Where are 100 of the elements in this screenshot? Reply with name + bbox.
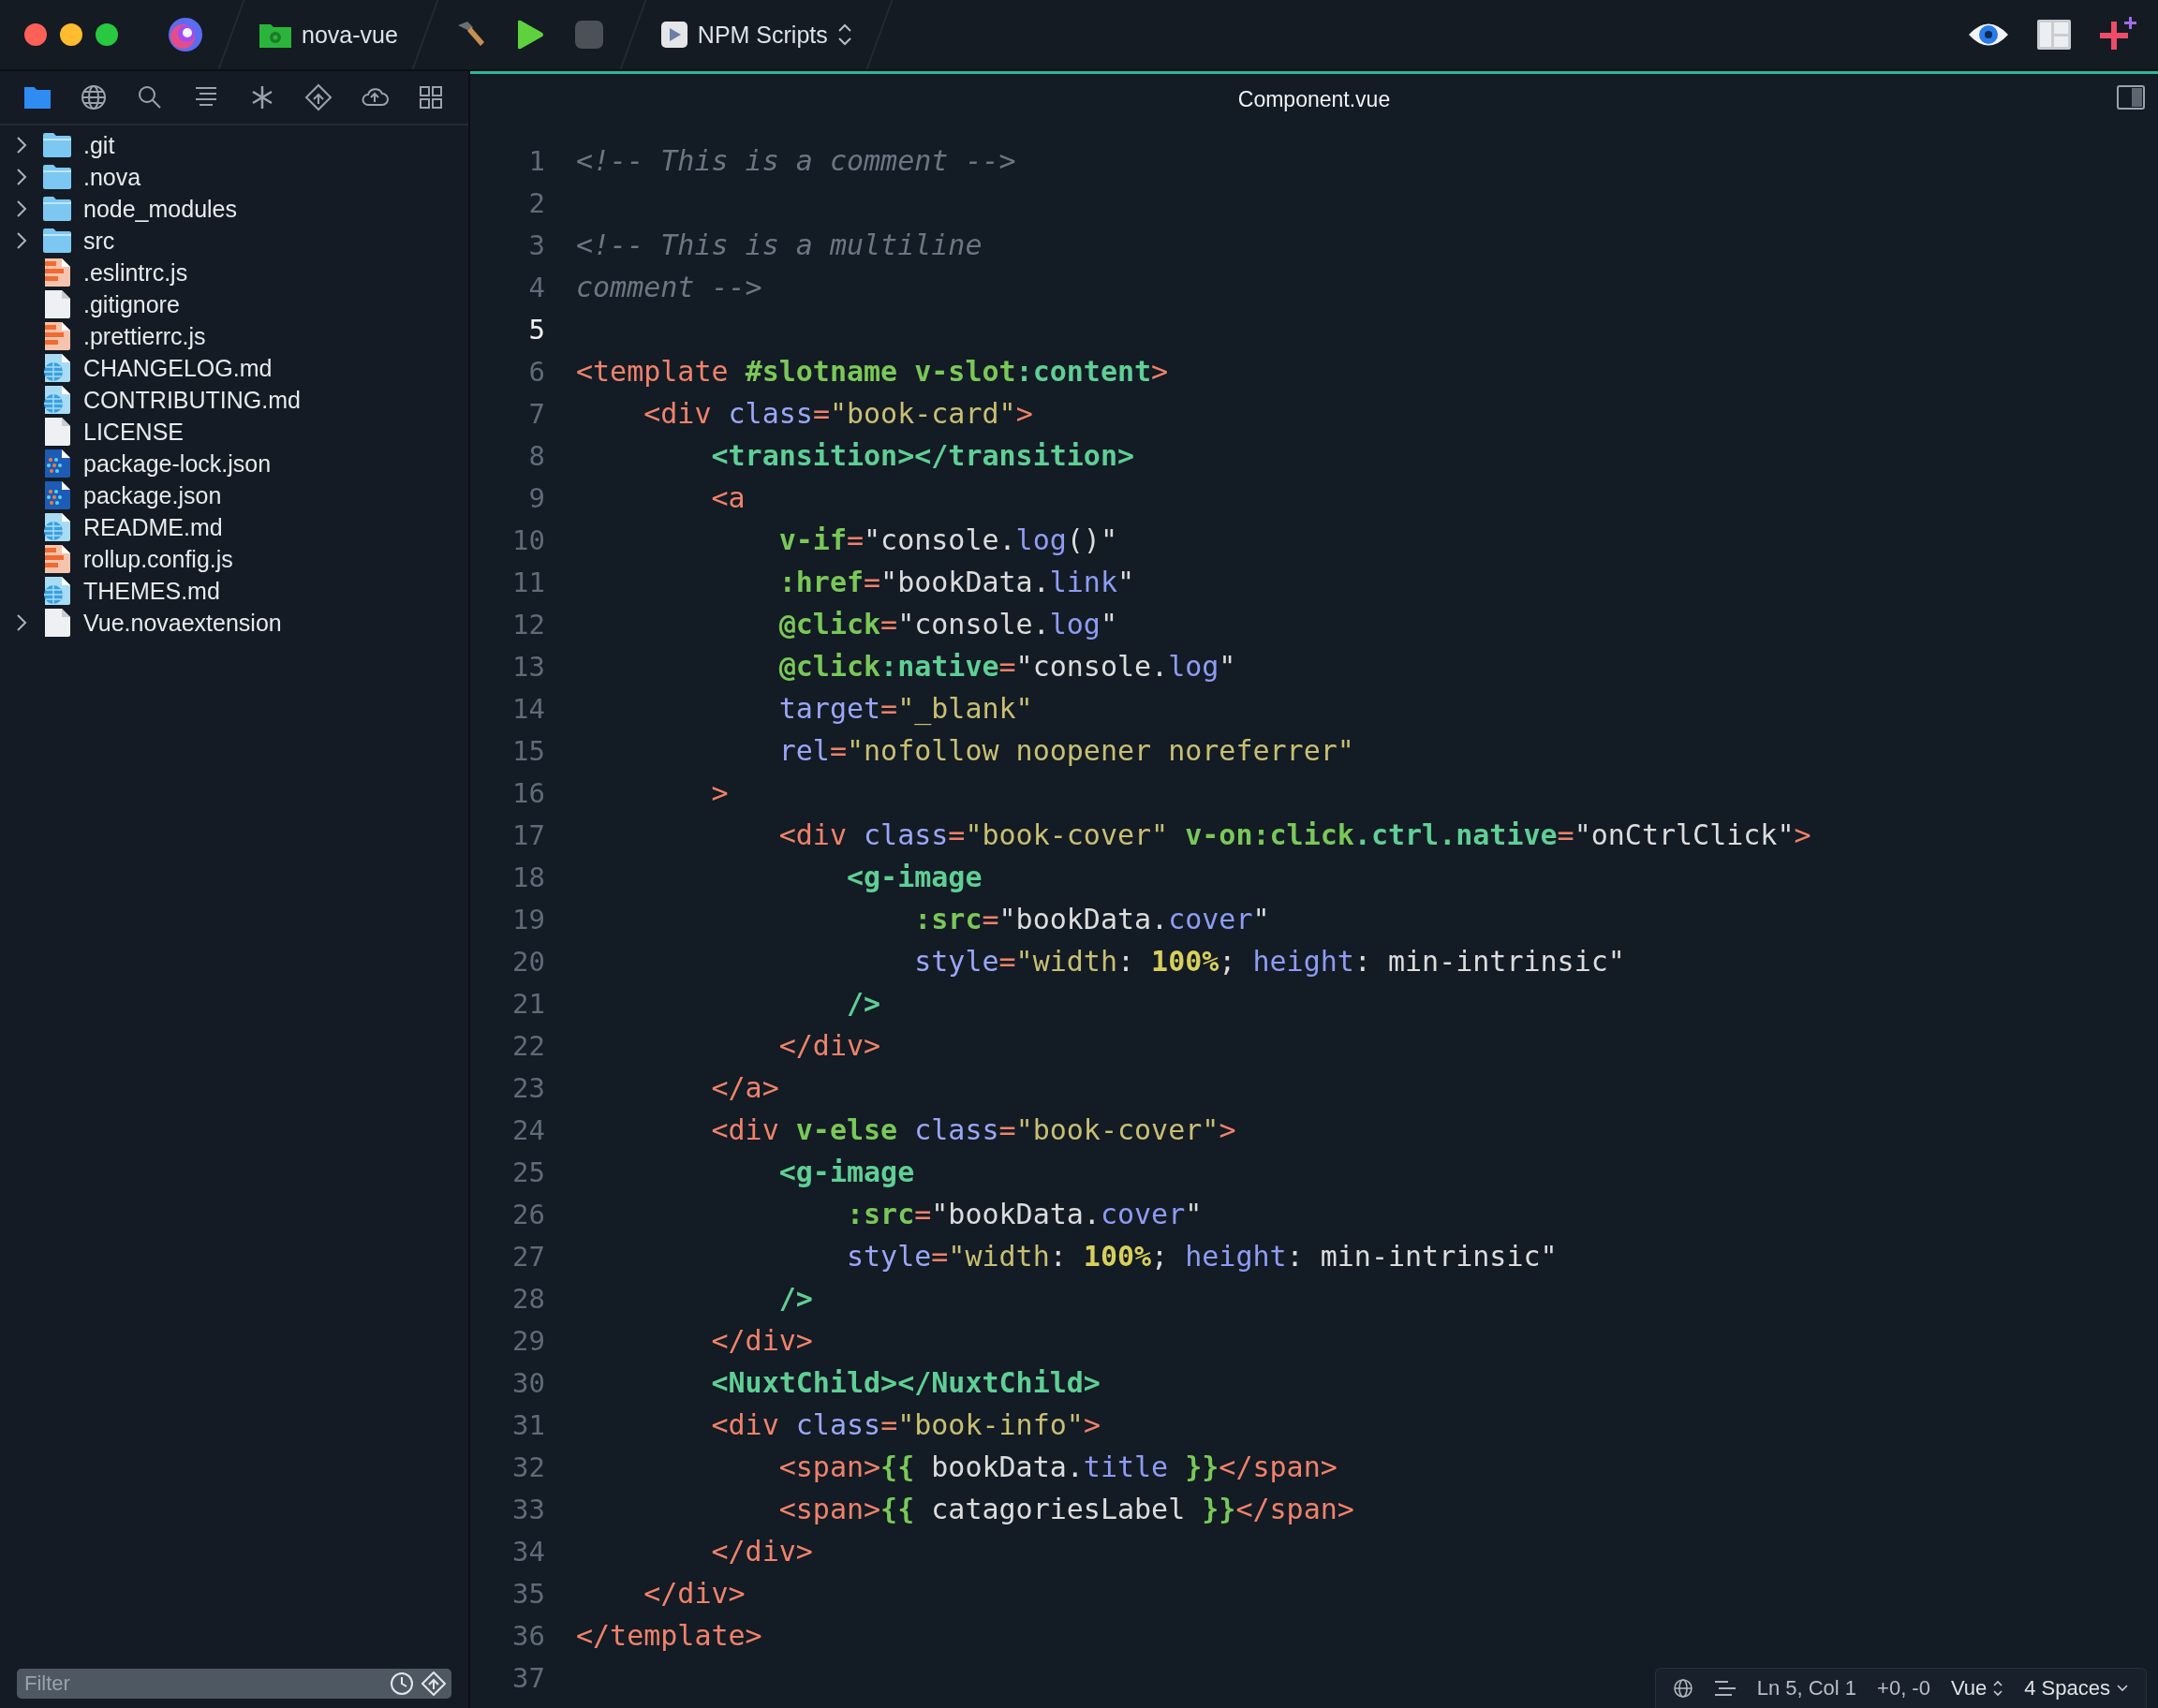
project-button[interactable]: nova-vue xyxy=(259,21,398,49)
code-line: target="_blank" xyxy=(777,692,1033,725)
line-number: 24 xyxy=(511,1113,546,1146)
code-line: style="width: 100%; height: min-intrinsic" xyxy=(846,1240,1558,1273)
code-line: </div> xyxy=(710,1324,813,1357)
zoom-window-button[interactable] xyxy=(96,23,118,46)
code-line: <g-image xyxy=(777,1156,915,1188)
code-line: <div class="book-cover" v-on:click.ctrl.native="onCtrlClick"> xyxy=(777,818,1811,851)
brick-file-icon xyxy=(42,544,72,574)
chevron-right-icon[interactable] xyxy=(15,168,27,186)
task-selector[interactable]: NPM Scripts xyxy=(659,21,852,49)
code-line: /> xyxy=(846,987,881,1020)
code-line: > xyxy=(710,776,729,809)
line-number: 7 xyxy=(527,397,546,430)
code-line: </a> xyxy=(710,1071,779,1104)
file-name[interactable]: THEMES.md xyxy=(83,577,220,605)
file-name[interactable]: Vue.novaextension xyxy=(83,609,282,637)
chevron-right-icon[interactable] xyxy=(15,136,27,155)
code-line: </template> xyxy=(576,1619,762,1652)
code-line: <g-image xyxy=(846,861,983,893)
file-icon xyxy=(42,608,72,638)
split-view-icon[interactable] xyxy=(2117,85,2145,110)
line-number: 20 xyxy=(511,945,546,978)
code-line: <div class="book-card"> xyxy=(643,397,1033,430)
dotted-file-icon xyxy=(42,449,72,479)
code-line: <a xyxy=(710,481,746,514)
code-line: @click="console.log" xyxy=(777,608,1117,640)
editor-tab[interactable]: Component.vue xyxy=(1237,86,1391,112)
line-number: 9 xyxy=(527,481,546,514)
line-number: 34 xyxy=(511,1535,546,1568)
chevron-right-icon[interactable] xyxy=(15,613,27,632)
code-line: </div> xyxy=(643,1577,746,1610)
globe-icon[interactable] xyxy=(1672,1678,1693,1699)
line-number: 21 xyxy=(511,987,546,1020)
code-line: <NuxtChild></NuxtChild> xyxy=(710,1366,1101,1399)
line-number: 2 xyxy=(527,186,546,219)
file-name[interactable]: node_modules xyxy=(83,195,237,223)
cursor-position[interactable]: Ln 5, Col 1 xyxy=(1756,1676,1857,1701)
line-number: 5 xyxy=(527,313,546,346)
line-number: 14 xyxy=(511,692,546,725)
indentation-selector[interactable]: 4 Spaces xyxy=(2024,1676,2129,1701)
swirl-logo-icon xyxy=(167,16,204,53)
folder-icon xyxy=(42,164,72,190)
line-number: 25 xyxy=(511,1156,546,1188)
file-name[interactable]: .nova xyxy=(83,163,141,191)
line-number: 33 xyxy=(511,1493,546,1525)
line-number: 16 xyxy=(511,776,546,809)
line-number: 26 xyxy=(511,1198,546,1230)
change-count[interactable]: +0, -0 xyxy=(1877,1676,1930,1701)
line-number: 17 xyxy=(511,818,546,851)
code-line: /> xyxy=(777,1282,813,1315)
globe-file-icon xyxy=(42,576,72,606)
file-icon xyxy=(42,289,72,319)
code-line: <div class="book-info"> xyxy=(710,1408,1101,1441)
line-number: 29 xyxy=(511,1324,546,1357)
updown-chevron-icon xyxy=(836,22,852,47)
code-line: <div v-else class="book-cover"> xyxy=(710,1113,1236,1146)
file-name[interactable]: package-lock.json xyxy=(83,449,272,478)
file-name[interactable]: .gitignore xyxy=(83,290,180,318)
code-line: <!-- This is a comment --> xyxy=(576,144,1016,177)
code-line: @click:native="console.log" xyxy=(777,650,1236,683)
brick-file-icon xyxy=(42,321,72,351)
line-number: 22 xyxy=(511,1029,546,1062)
line-number: 19 xyxy=(511,903,546,935)
file-name[interactable]: README.md xyxy=(83,513,223,541)
chevron-right-icon[interactable] xyxy=(15,199,27,218)
file-name[interactable]: CONTRIBUTING.md xyxy=(83,386,301,414)
globe-icon[interactable] xyxy=(80,83,108,111)
line-number: 27 xyxy=(511,1240,546,1273)
file-name[interactable]: .eslintrc.js xyxy=(83,258,188,287)
play-icon xyxy=(659,21,688,49)
chevron-right-icon[interactable] xyxy=(15,231,27,250)
grid-icon[interactable] xyxy=(417,83,445,111)
file-name[interactable]: package.json xyxy=(83,481,222,509)
brick-file-icon xyxy=(42,258,72,287)
file-name[interactable]: .prettierrc.js xyxy=(83,322,206,350)
code-line: :src="bookData.cover" xyxy=(846,1198,1203,1230)
line-number: 18 xyxy=(511,861,546,893)
file-name[interactable]: src xyxy=(83,227,115,255)
layout-icon[interactable] xyxy=(2036,19,2072,51)
filter-field[interactable]: Filter xyxy=(17,1669,451,1699)
close-window-button[interactable] xyxy=(24,23,47,46)
line-number: 10 xyxy=(511,523,546,556)
clock-icon[interactable] xyxy=(390,1671,414,1696)
minimize-window-button[interactable] xyxy=(60,23,82,46)
line-number: 35 xyxy=(511,1577,546,1610)
list-icon[interactable] xyxy=(1713,1679,1737,1698)
file-name[interactable]: LICENSE xyxy=(83,418,184,446)
code-line: </div> xyxy=(777,1029,881,1062)
code-line: v-if="console.log()" xyxy=(777,523,1117,556)
line-number: 11 xyxy=(511,566,546,598)
diamond-icon[interactable] xyxy=(304,83,333,111)
line-number: 32 xyxy=(511,1450,546,1483)
file-name[interactable]: .git xyxy=(83,131,115,159)
code-line: <span>{{ bookData.title }}</span> xyxy=(777,1450,1338,1483)
file-name[interactable]: CHANGELOG.md xyxy=(83,354,273,382)
file-name[interactable]: rollup.config.js xyxy=(83,545,233,573)
syntax-selector[interactable]: Vue xyxy=(1950,1676,2004,1701)
dotted-file-icon xyxy=(42,480,72,510)
line-number: 28 xyxy=(511,1282,546,1315)
